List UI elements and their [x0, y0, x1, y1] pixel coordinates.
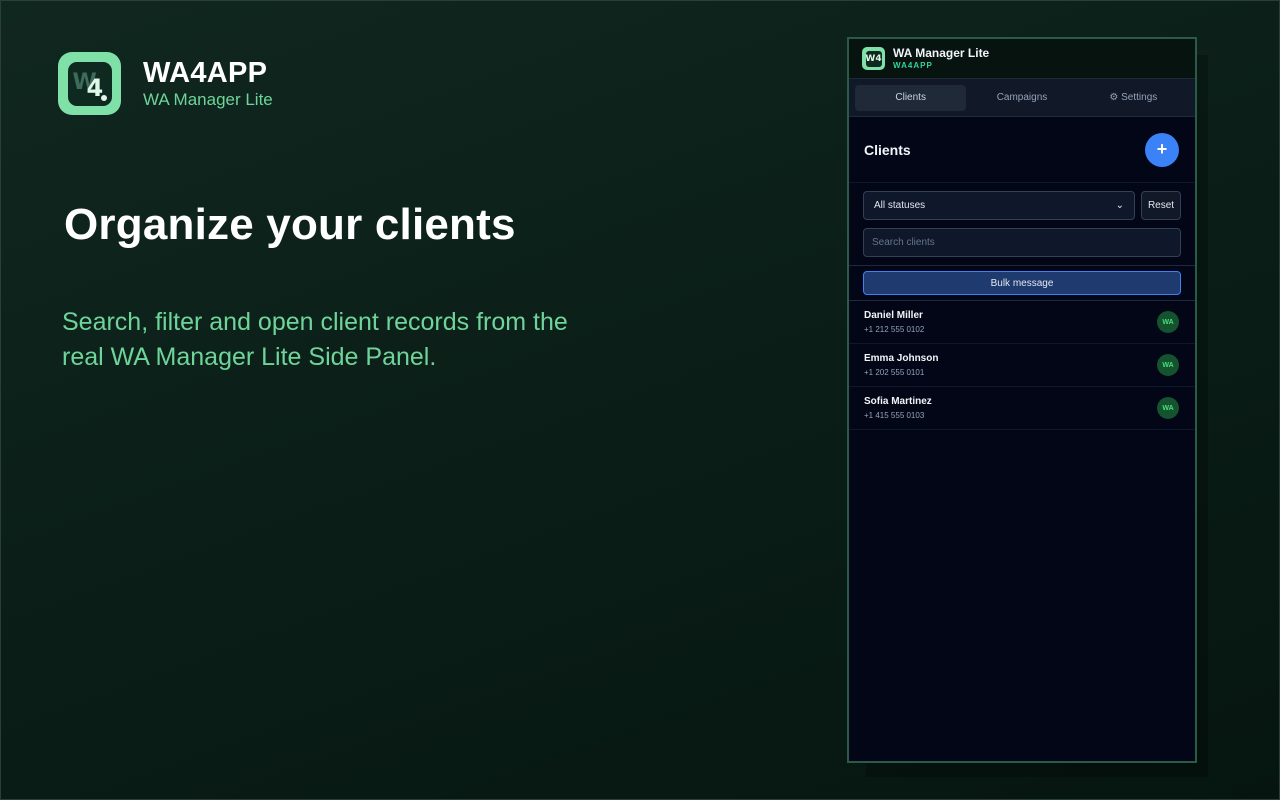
tab-clients[interactable]: Clients	[855, 84, 967, 111]
panel-brand: WA4APP	[893, 61, 933, 70]
client-name: Daniel Miller	[864, 310, 923, 321]
reset-button[interactable]: Reset	[1141, 191, 1181, 220]
section-title: Clients	[864, 141, 911, 158]
hero-headline: Organize your clients	[64, 200, 516, 249]
tab-settings[interactable]: ⚙ Settings	[1078, 85, 1189, 111]
panel-title: WA Manager Lite	[893, 46, 990, 60]
tab-campaigns[interactable]: Campaigns	[966, 85, 1077, 111]
table-row[interactable]: Emma Johnson +1 202 555 0101 WA	[849, 344, 1195, 387]
status-filter-value: All statuses	[874, 200, 926, 211]
panel-logo-glyph: W4	[865, 50, 882, 67]
whatsapp-badge[interactable]: WA	[1157, 311, 1179, 333]
panel-header: W4 WA Manager Lite WA4APP	[849, 39, 1195, 79]
logo-dot	[100, 94, 107, 101]
clients-section-header: Clients +	[849, 117, 1195, 183]
client-phone: +1 415 555 0103	[864, 411, 925, 420]
client-name: Emma Johnson	[864, 353, 939, 364]
brand-name: WA4APP	[143, 56, 268, 89]
table-row[interactable]: Daniel Miller +1 212 555 0102 WA	[849, 301, 1195, 344]
whatsapp-badge[interactable]: WA	[1157, 397, 1179, 419]
whatsapp-badge[interactable]: WA	[1157, 354, 1179, 376]
add-client-button[interactable]: +	[1145, 132, 1179, 167]
status-filter-select[interactable]: All statuses ⌄	[863, 191, 1135, 220]
search-input[interactable]	[863, 228, 1181, 257]
wa4-logo-icon: W 4	[58, 52, 121, 115]
client-name: Sofia Martinez	[864, 396, 932, 407]
filters: All statuses ⌄ Reset	[849, 183, 1195, 257]
hero-subline: Search, filter and open client records f…	[62, 308, 568, 371]
chevron-down-icon: ⌄	[1115, 200, 1124, 211]
bulk-message-button[interactable]: Bulk message	[863, 271, 1181, 295]
client-phone: +1 212 555 0102	[864, 325, 925, 334]
client-phone: +1 202 555 0101	[864, 368, 925, 377]
client-list: Daniel Miller +1 212 555 0102 WA Emma Jo…	[849, 301, 1195, 430]
plus-icon: +	[1156, 139, 1168, 159]
brand-block: W 4 WA4APP WA Manager Lite	[58, 52, 273, 115]
tab-bar: Clients Campaigns ⚙ Settings	[849, 79, 1195, 117]
table-row[interactable]: Sofia Martinez +1 415 555 0103 WA	[849, 387, 1195, 430]
panel-logo-icon: W4	[862, 47, 885, 70]
side-panel: W4 WA Manager Lite WA4APP Clients Campai…	[847, 37, 1197, 763]
brand-subtitle: WA Manager Lite	[143, 89, 273, 109]
